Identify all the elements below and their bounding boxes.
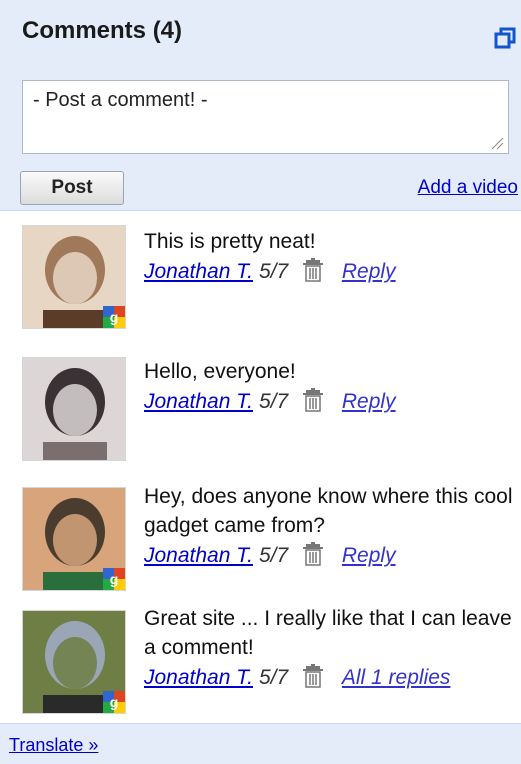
avatar[interactable]: g: [22, 225, 126, 329]
comment-meta: Jonathan T. 5/7 All 1 replies: [144, 664, 450, 692]
translate-link[interactable]: Translate »: [9, 735, 98, 756]
comment-date: 5/7: [258, 666, 289, 689]
avatar[interactable]: [22, 357, 126, 461]
author-link[interactable]: Jonathan T.: [144, 390, 253, 413]
trash-icon[interactable]: [302, 258, 324, 282]
avatar[interactable]: g: [22, 610, 126, 714]
reply-link[interactable]: Reply: [342, 260, 396, 283]
reply-link[interactable]: Reply: [342, 390, 396, 413]
svg-text:g: g: [110, 309, 119, 325]
author-link[interactable]: Jonathan T.: [144, 666, 253, 689]
trash-icon[interactable]: [302, 664, 324, 688]
svg-text:g: g: [110, 694, 119, 710]
comment-date: 5/7: [258, 260, 289, 283]
comment-date: 5/7: [258, 390, 289, 413]
comment-text: Great site ... I really like that I can …: [144, 607, 512, 659]
avatar-photo-icon: [23, 358, 125, 460]
comment-date: 5/7: [258, 544, 289, 567]
trash-icon[interactable]: [302, 542, 324, 566]
comment-text: Hey, does anyone know where this cool ga…: [144, 485, 513, 537]
popout-icon[interactable]: [494, 27, 516, 49]
comments-header: Comments (4) Post Add a video: [0, 0, 521, 211]
trash-icon[interactable]: [302, 388, 324, 412]
resize-grip-icon[interactable]: [490, 136, 504, 150]
comment-input[interactable]: [22, 80, 509, 154]
author-link[interactable]: Jonathan T.: [144, 544, 253, 567]
reply-link[interactable]: Reply: [342, 544, 396, 567]
post-button[interactable]: Post: [20, 171, 124, 205]
comments-footer: Translate »: [0, 723, 521, 764]
comment-meta: Jonathan T. 5/7 Reply: [144, 542, 396, 570]
svg-text:g: g: [110, 571, 119, 587]
avatar[interactable]: g: [22, 487, 126, 591]
google-badge-icon: g: [103, 691, 125, 713]
comment-meta: Jonathan T. 5/7 Reply: [144, 388, 396, 416]
all-replies-link[interactable]: All 1 replies: [342, 666, 451, 689]
comments-title: Comments (4): [22, 17, 183, 44]
comment-text: Hello, everyone!: [144, 360, 296, 383]
author-link[interactable]: Jonathan T.: [144, 260, 253, 283]
comment-text: This is pretty neat!: [144, 230, 316, 253]
add-video-link[interactable]: Add a video: [418, 177, 518, 199]
google-badge-icon: g: [103, 306, 125, 328]
google-badge-icon: g: [103, 568, 125, 590]
comment-meta: Jonathan T. 5/7 Reply: [144, 258, 396, 286]
